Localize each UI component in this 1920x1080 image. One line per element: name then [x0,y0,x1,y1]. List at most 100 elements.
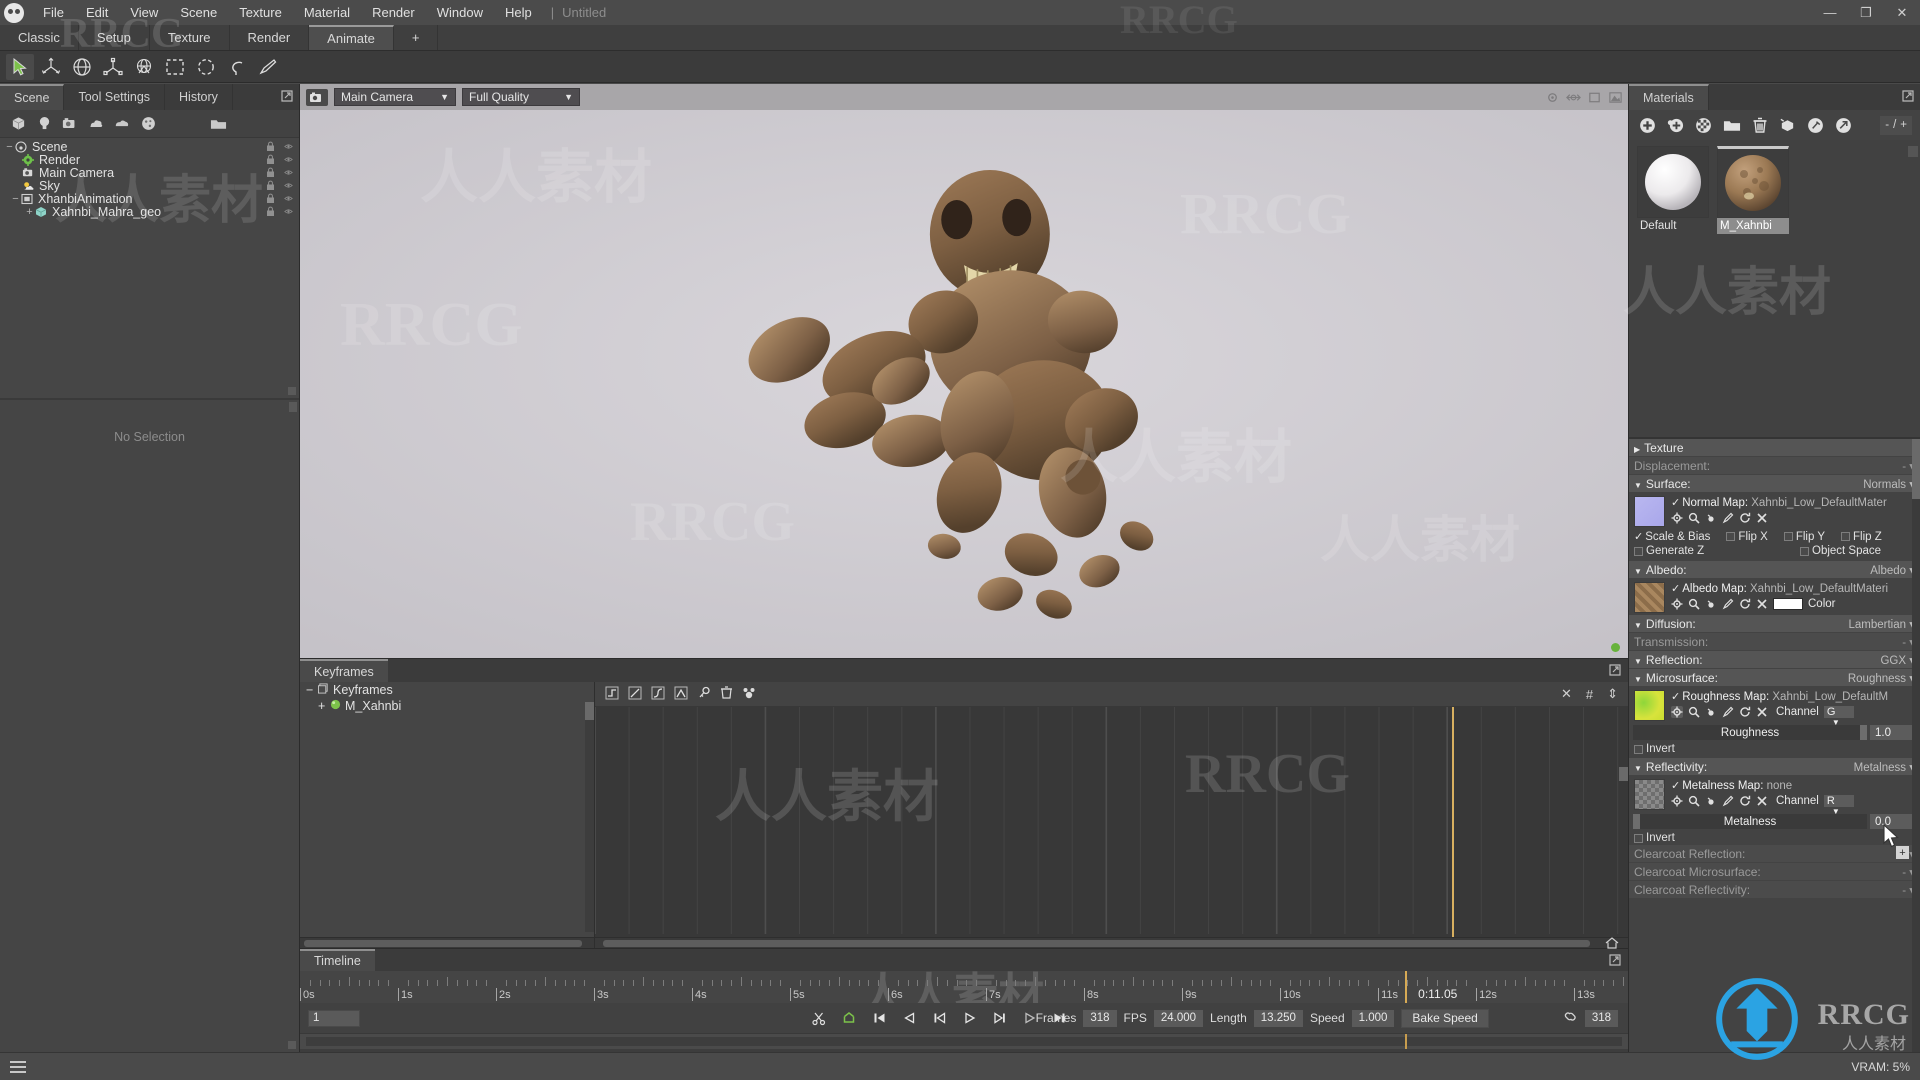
material-item-default[interactable]: Default [1637,146,1709,234]
scale-bias-checkbox[interactable]: ✓Scale & Bias [1634,530,1710,543]
assign-material-button[interactable] [1778,116,1797,135]
reload-icon[interactable] [1739,512,1751,524]
section-value[interactable]: Metalness ▾ [1854,760,1915,774]
add-light-icon[interactable] [34,114,54,134]
tree-row-sky[interactable]: Sky [0,179,299,192]
edit-pencil-icon[interactable] [1722,795,1734,807]
close-x-icon[interactable]: ✕ [1561,686,1572,702]
materials-scroll-button[interactable] [1908,146,1918,157]
checked-icon[interactable]: ✓ [1671,583,1680,595]
generate-z-checkbox[interactable]: Generate Z [1634,545,1784,557]
layout-tab-classic[interactable]: Classic [0,25,79,50]
hamburger-icon[interactable] [10,1061,26,1073]
go-to-start-button[interactable] [870,1009,889,1028]
visibility-icon[interactable] [284,193,293,204]
object-space-checkbox[interactable]: Object Space [1800,545,1881,557]
menu-texture[interactable]: Texture [228,2,293,23]
normal-map-thumbnail[interactable] [1634,496,1665,527]
material-counter-prev[interactable]: - [1885,119,1889,131]
viewport-3d[interactable]: RRCG 人人素材 RRCG 人人素材 RRCG 人人素材 [300,110,1628,658]
roughness-channel-select[interactable]: G▼ [1824,706,1854,718]
tab-tool-settings[interactable]: Tool Settings [64,84,165,110]
metalness-slider-handle[interactable] [1633,814,1640,829]
play-button[interactable] [960,1009,979,1028]
menu-window[interactable]: Window [426,2,494,23]
keyframes-tree-toggle[interactable]: − [306,683,318,697]
timeline-range-track[interactable] [306,1037,1622,1046]
roughness-slider-handle[interactable] [1860,725,1867,740]
lock-icon[interactable] [266,141,275,152]
properties-resize-grip[interactable] [288,1041,296,1049]
peak-interp-icon[interactable] [674,686,688,703]
menu-help[interactable]: Help [494,2,543,23]
keyframes-tree-hscroll[interactable] [300,937,594,948]
section-transmission[interactable]: Transmission: - ▾ [1629,633,1920,650]
delete-icon[interactable] [720,686,733,703]
material-properties-scrollbar[interactable] [1912,439,1920,1052]
layout-tab-add[interactable]: + [394,25,439,50]
metalness-invert-checkbox[interactable]: Invert [1634,832,1675,844]
keyframes-popout-icon[interactable] [1607,662,1623,678]
section-texture[interactable]: ▶Texture [1629,439,1920,456]
material-item-m-xahnbi[interactable]: M_Xahnbi [1717,146,1789,234]
search-icon[interactable] [1688,598,1700,610]
section-microsurface[interactable]: ▼Microsurface: Roughness ▾ [1629,669,1920,686]
remove-x-icon[interactable] [1756,512,1768,524]
search-icon[interactable] [1688,795,1700,807]
move-tool-button[interactable] [37,54,65,80]
add-material-button[interactable] [1638,116,1657,135]
section-clearcoat-reflection[interactable]: Clearcoat Reflection: - ▾ [1629,845,1920,862]
next-frame-button[interactable] [990,1009,1009,1028]
rotate-tool-button[interactable] [68,54,96,80]
maximize-button[interactable]: ❐ [1848,0,1884,25]
visibility-icon[interactable] [284,180,293,191]
roughness-value[interactable]: 1.0 [1870,725,1916,740]
section-value[interactable]: Roughness ▾ [1848,671,1915,685]
section-clearcoat-reflectivity[interactable]: Clearcoat Reflectivity: - ▾ [1629,881,1920,898]
frame-icon[interactable] [1587,90,1602,105]
tab-keyframes[interactable]: Keyframes [300,659,388,682]
section-value[interactable]: Albedo ▾ [1870,563,1915,577]
smooth-interp-icon[interactable] [651,686,665,703]
edit-pencil-icon[interactable] [1722,706,1734,718]
eyedropper-icon[interactable] [1705,706,1717,718]
ellipse-marquee-tool-button[interactable] [192,54,220,80]
keyframes-grid[interactable]: 人人素材 RRCG [595,707,1628,937]
speed-value[interactable]: 1.000 [1352,1010,1395,1027]
paint-tool-button[interactable] [254,54,282,80]
scale-tool-button[interactable] [99,54,127,80]
gear-icon[interactable] [1671,512,1683,524]
transform-tool-button[interactable] [130,54,158,80]
clear-material-button[interactable] [1694,116,1713,135]
key-icon[interactable] [697,686,711,703]
section-value[interactable]: Normals ▾ [1863,477,1915,491]
step-interp-icon[interactable] [605,686,619,703]
play-reverse-button[interactable] [900,1009,919,1028]
menu-view[interactable]: View [119,2,169,23]
section-value[interactable]: GGX ▾ [1880,653,1915,667]
layout-tab-render[interactable]: Render [230,25,310,50]
close-button[interactable]: ✕ [1884,0,1920,25]
section-albedo[interactable]: ▼Albedo: Albedo ▾ [1629,561,1920,578]
metalness-map-thumbnail[interactable] [1634,779,1665,810]
eyedropper-icon[interactable] [1705,598,1717,610]
roughness-invert-checkbox[interactable]: Invert [1634,743,1675,755]
tab-history[interactable]: History [165,84,233,110]
grid-snap-icon[interactable] [1566,90,1581,105]
timeline-ruler[interactable]: 0:11.05 人人素材 0s1s2s3s4s5s6s7s8s9s10s11s1… [300,971,1628,1003]
flip-y-checkbox[interactable]: Flip Y [1784,531,1825,543]
frames-value[interactable]: 318 [1083,1010,1116,1027]
tree-row-render[interactable]: Render [0,153,299,166]
tab-timeline[interactable]: Timeline [300,949,375,971]
section-displacement[interactable]: Displacement: - ▾ [1629,457,1920,474]
add-fog-icon[interactable] [112,114,132,134]
keyframes-tree-scrollbar[interactable] [585,702,594,932]
eyedropper-icon[interactable] [1705,795,1717,807]
gear-icon[interactable] [1545,90,1560,105]
metalness-slider[interactable]: Metalness [1633,814,1867,829]
snap-icon[interactable] [742,686,756,703]
visibility-icon[interactable] [284,167,293,178]
tree-toggle[interactable]: − [10,193,21,205]
materials-popout-icon[interactable] [1900,88,1916,104]
section-value[interactable]: Lambertian ▾ [1848,617,1915,631]
